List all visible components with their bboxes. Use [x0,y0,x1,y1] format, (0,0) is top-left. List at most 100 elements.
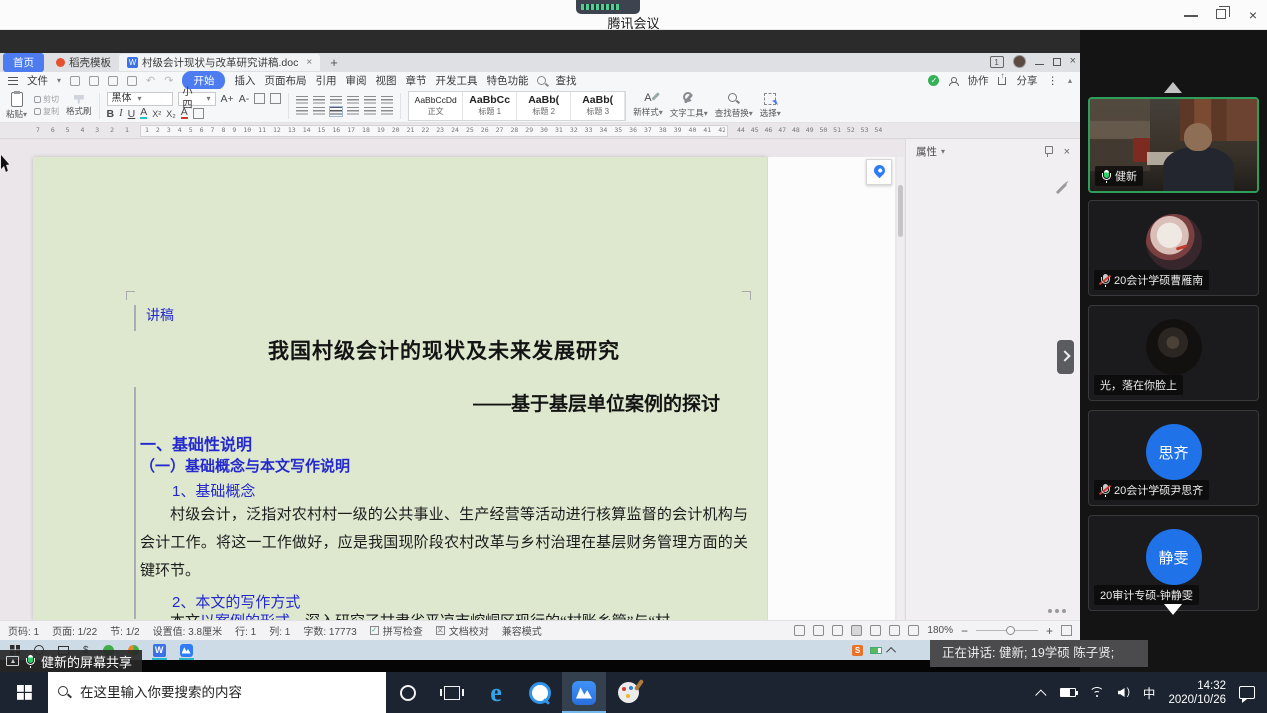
redo-icon[interactable]: ↷ [164,74,173,87]
participant-tile-guang[interactable]: 光，落在你脸上 [1088,305,1259,401]
wps-tab-document[interactable]: W 村级会计现状与改革研究讲稿.doc × [119,54,320,71]
print-icon[interactable] [89,76,99,86]
underline-button[interactable]: U [128,108,136,120]
distribute-icon[interactable] [347,107,359,116]
close-button[interactable]: × [1246,9,1260,21]
style-heading1[interactable]: AaBbCc 标题 1 [463,92,517,120]
show-marks-icon[interactable] [381,96,393,105]
decrease-indent-icon[interactable] [330,96,342,105]
participant-tile-caoyannan[interactable]: 20会计学硕曹雁南 [1088,200,1259,296]
new-style-button[interactable]: A 新样式▾ [633,93,663,118]
position-bookmark[interactable] [866,159,892,185]
participant-tile-zhongjingwen[interactable]: 静雯 20审计专硕-钟静雯 [1088,515,1259,611]
export-pdf-icon[interactable] [127,76,137,86]
tab-close-icon[interactable]: × [306,57,312,68]
taskbar-clock[interactable]: 14:32 2020/10/26 [1168,679,1226,707]
meeting-taskbar-icon[interactable] [180,644,193,657]
volume-button[interactable]: ) [1118,687,1130,698]
close-panel-icon[interactable]: × [1064,146,1070,158]
doc-proof-toggle[interactable]: 文 文档校对 [436,623,489,638]
text-tools-button[interactable]: 文字工具▾ [670,92,708,119]
cortana-button[interactable] [386,672,430,713]
subscript-button[interactable]: X₂ [166,109,176,119]
shrink-font-button[interactable]: A- [239,93,250,105]
cut-button[interactable]: 剪切 [34,94,59,105]
task-view-button[interactable] [430,672,474,713]
screen-share-banner[interactable]: 健新的屏幕共享 [0,650,142,672]
fullscreen-view-icon[interactable] [794,625,805,636]
start-button[interactable] [0,672,48,713]
account-avatar[interactable] [1013,55,1026,68]
participant-tile-yinsiqi[interactable]: 思齐 20会计学硕尹思齐 [1088,410,1259,506]
sogou-ime-icon[interactable]: S [852,645,863,656]
zoom-out-button[interactable]: − [961,624,968,638]
tray-expand-icon[interactable] [886,646,896,656]
paint-button[interactable] [606,672,650,713]
document-scrollbar[interactable] [897,157,904,620]
increase-indent-icon[interactable] [347,96,359,105]
edge-button[interactable]: e [474,672,518,713]
clear-format-button[interactable] [254,93,265,104]
taskbar-search-input[interactable] [80,685,376,700]
expand-panel-button[interactable] [1057,340,1074,374]
format-painter-button[interactable]: 格式刷 [66,95,92,117]
ribbon-tab-special-features[interactable]: 特色功能 [486,73,528,88]
zoom-slider-knob[interactable] [1006,626,1015,635]
grow-font-button[interactable]: A+ [221,93,234,105]
align-center-icon[interactable] [313,107,325,116]
ribbon-tab-section[interactable]: 章节 [405,73,426,88]
numbered-list-icon[interactable] [313,96,325,105]
wps-tab-home[interactable]: 首页 [3,53,44,72]
eye-protect-icon[interactable] [908,625,919,636]
save-icon[interactable] [70,76,80,86]
scroll-down-arrow-icon[interactable] [1164,604,1182,615]
file-menu[interactable]: 文件 [27,73,48,88]
italic-button[interactable]: I [119,108,123,119]
font-color-button[interactable]: A [140,108,147,119]
scroll-up-arrow-icon[interactable] [1164,82,1182,93]
wps-minimize-button[interactable] [1035,59,1044,65]
pin-panel-icon[interactable] [1044,146,1052,157]
search-icon[interactable] [537,76,546,85]
ribbon-tab-references[interactable]: 引用 [315,73,336,88]
style-normal[interactable]: AaBbCcDd 正文 [409,92,463,120]
superscript-button[interactable]: X² [152,109,161,119]
restore-button[interactable] [1216,9,1226,19]
wifi-icon[interactable] [1089,687,1105,699]
highlight-button[interactable]: A [181,108,188,119]
edit-pen-icon[interactable] [1056,183,1067,194]
ribbon-tab-page-layout[interactable]: 页面布局 [264,73,306,88]
ribbon-tab-review[interactable]: 审阅 [345,73,366,88]
copy-button[interactable]: 复制 [34,106,59,117]
character-border-button[interactable] [193,108,204,119]
taskbar-search[interactable] [48,672,386,713]
find-button[interactable]: 查找 [555,73,576,88]
window-count-badge[interactable]: 1 [990,56,1004,68]
find-replace-button[interactable]: 查找替换▾ [715,92,753,119]
paste-button[interactable]: 粘贴▾ [6,92,27,120]
read-view-icon[interactable] [813,625,824,636]
style-heading2[interactable]: AaBb( 标题 2 [517,92,571,120]
battery-icon[interactable] [1060,688,1076,697]
hidden-icons-chevron[interactable] [1035,689,1046,700]
chevron-down-icon[interactable]: ▾ [941,147,945,156]
tencent-meeting-button[interactable] [562,672,606,713]
qq-browser-button[interactable] [518,672,562,713]
write-view-icon[interactable] [832,625,843,636]
ribbon-tab-view[interactable]: 视图 [375,73,396,88]
scrollbar-thumb[interactable] [898,185,903,237]
wps-close-button[interactable]: × [1070,56,1076,67]
outline-view-icon[interactable] [870,625,881,636]
align-left-icon[interactable] [296,107,308,116]
horizontal-ruler[interactable]: 7 6 5 4 3 2 1 1 2 3 4 5 6 7 8 9 10 11 12… [0,123,1080,139]
participant-tile-jianxin[interactable]: 健新 [1088,97,1259,193]
print-preview-icon[interactable] [108,76,118,86]
undo-icon[interactable]: ↶ [146,74,155,87]
collaborate-button[interactable]: 协作 [967,73,988,88]
spell-check-toggle[interactable]: ✓ 拼写检查 [370,623,423,638]
zoom-level[interactable]: 180% [927,625,953,636]
font-name-select[interactable]: 黑体▾ [107,92,173,106]
cloud-sync-icon[interactable]: ✓ [928,75,939,86]
ime-indicator[interactable]: 中 [1143,683,1156,702]
sort-icon[interactable] [364,96,376,105]
